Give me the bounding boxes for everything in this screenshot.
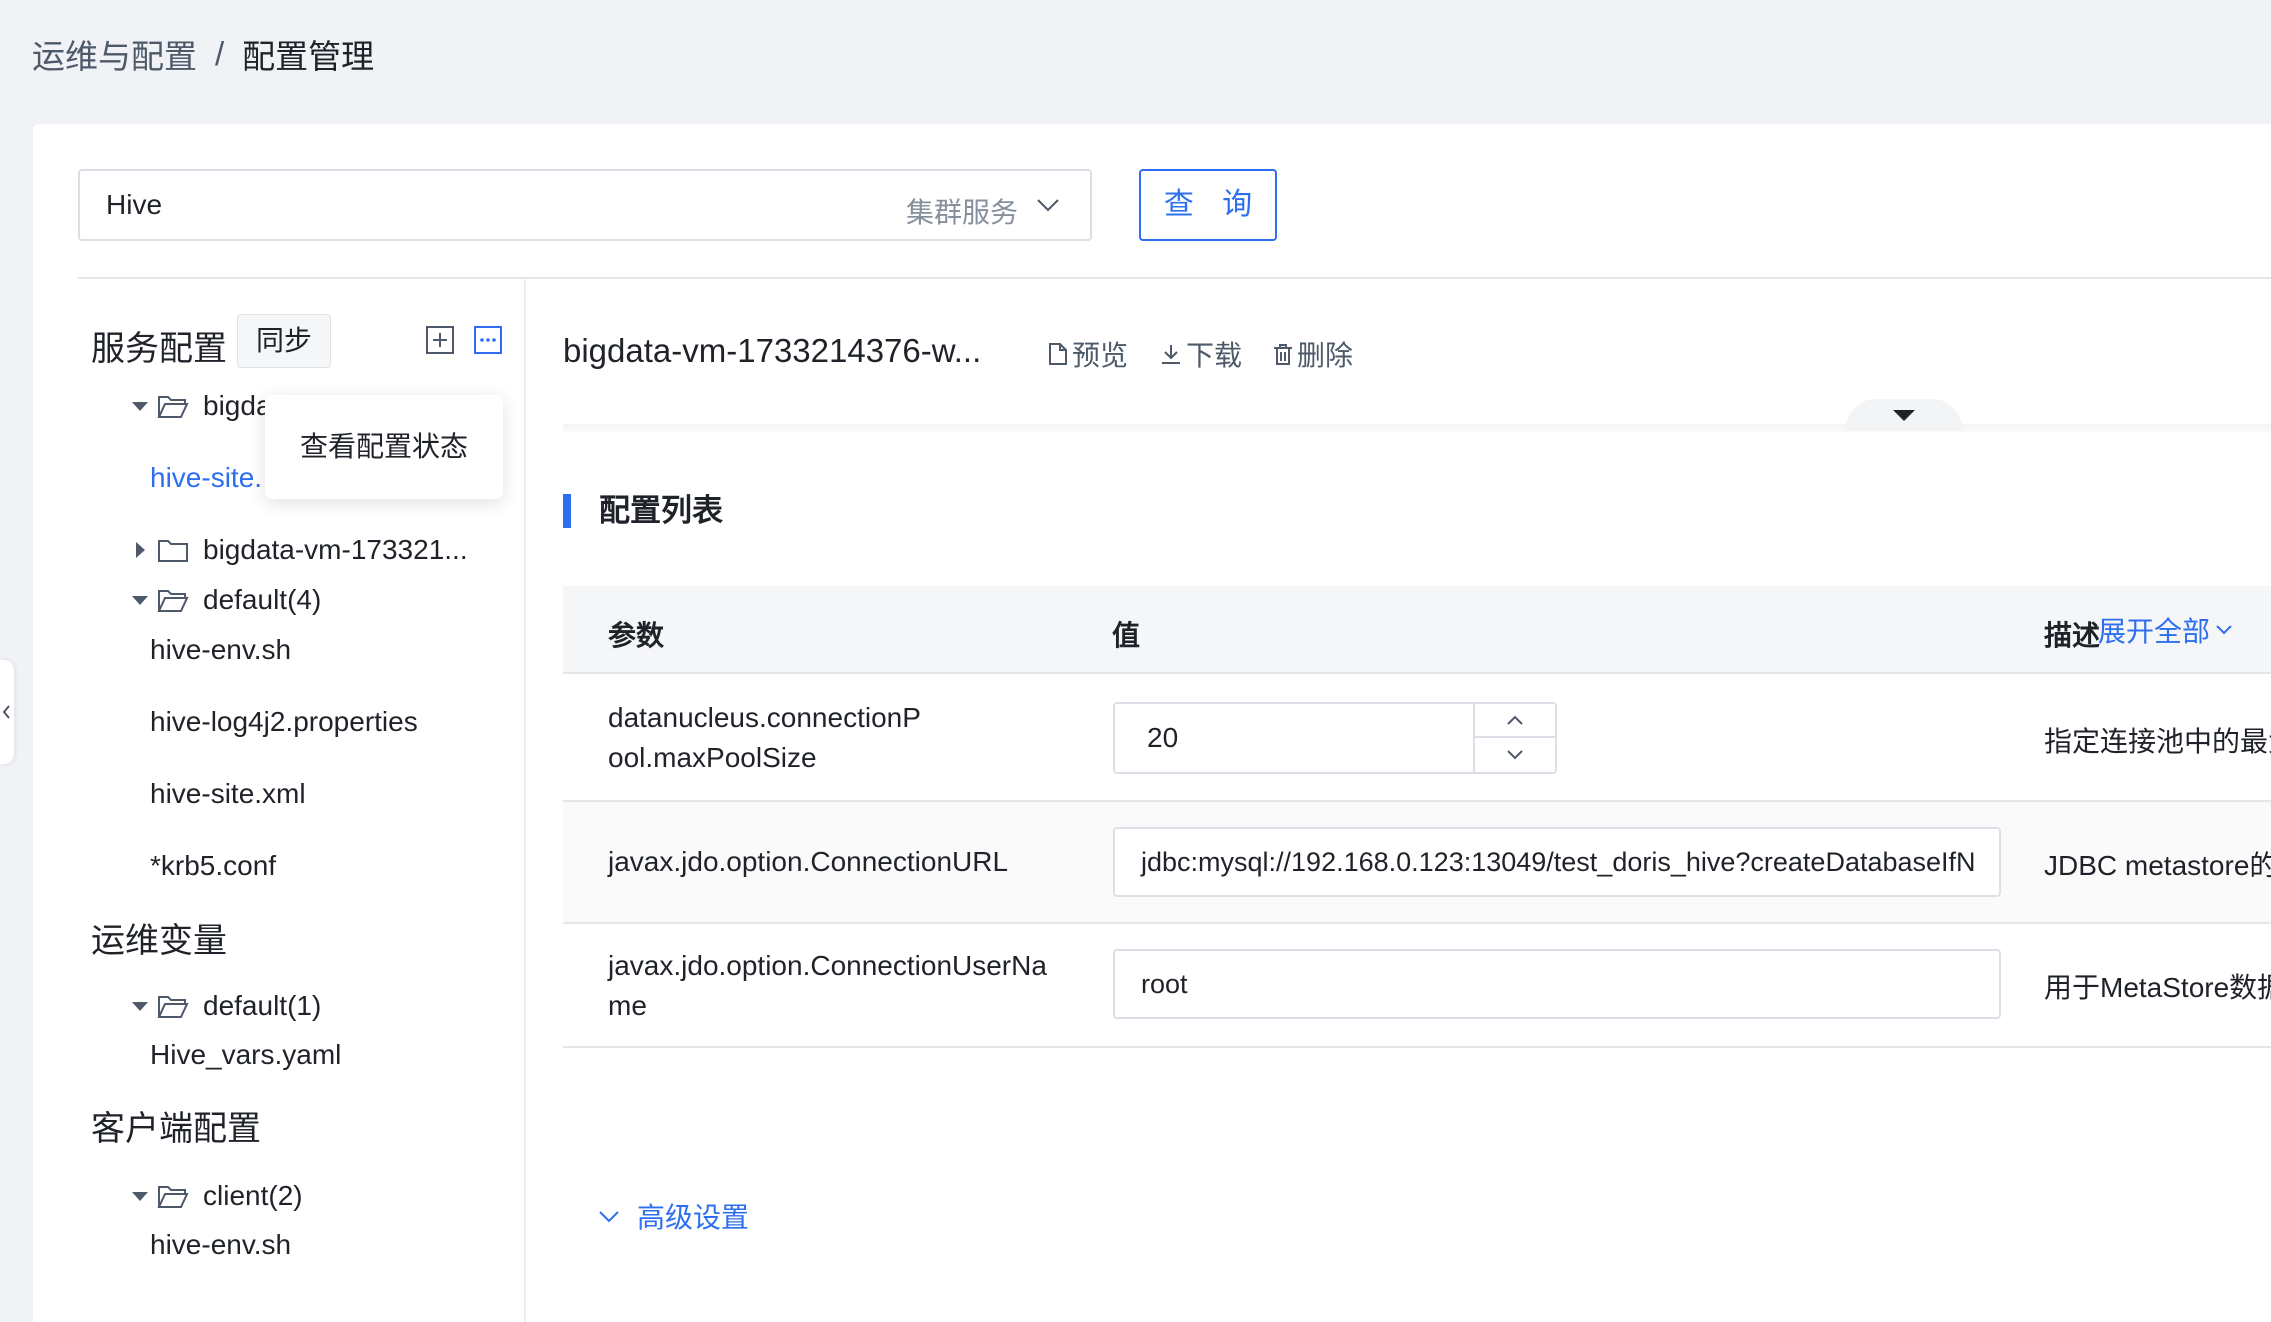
folder-icon <box>157 537 197 563</box>
breadcrumb: 运维与配置 / 配置管理 <box>32 30 374 78</box>
column-desc: 描述 <box>2044 620 2101 651</box>
sidebar-collapse-handle[interactable] <box>0 660 14 764</box>
table-header: 参数 值 描述 <box>563 586 2271 674</box>
chevron-left-icon <box>2 705 10 719</box>
more-icon[interactable] <box>473 325 503 355</box>
param-desc: 指定连接池中的最大连 <box>2044 726 2271 757</box>
download-label: 下载 <box>1186 340 1243 371</box>
collapse-toggle[interactable] <box>1846 399 1962 431</box>
chevron-down-icon <box>1037 199 1059 212</box>
param-desc: JDBC metastore的JD <box>2044 850 2271 881</box>
tree-folder-bigdata-vm[interactable]: bigdata-vm-173321... <box>123 525 468 575</box>
expand-all-label: 展开全部 <box>2098 616 2211 647</box>
param-name: datanucleus.connectionPool.maxPoolSize <box>608 702 921 773</box>
folder-open-icon <box>157 587 197 613</box>
stepper-up[interactable] <box>1475 704 1555 738</box>
stepper-down[interactable] <box>1475 738 1555 772</box>
service-select-value: Hive <box>106 189 163 220</box>
service-select[interactable]: Hive 集群服务 <box>78 169 1092 241</box>
view-config-status-item[interactable]: 查看配置状态 <box>300 431 468 462</box>
table-row: javax.jdo.option.ConnectionUserName root… <box>563 924 2271 1048</box>
tree-label: bigdata-vm-173321... <box>203 534 468 565</box>
tree-file-hive-vars[interactable]: Hive_vars.yaml <box>150 1039 341 1071</box>
chevron-down-icon <box>599 1211 619 1223</box>
param-name: javax.jdo.option.ConnectionURL <box>608 846 1009 877</box>
expand-all-button[interactable]: 展开全部 <box>2098 610 2234 650</box>
param-desc: 用于MetaStore数据库 <box>2044 972 2271 1003</box>
tree-file-hive-site-xml[interactable]: hive-site.xml <box>150 778 306 810</box>
advanced-settings-label: 高级设置 <box>637 1202 750 1233</box>
param-name: javax.jdo.option.ConnectionUserName <box>608 950 1047 1021</box>
tree-folder-default[interactable]: default(4) <box>123 575 321 625</box>
sync-button[interactable]: 同步 <box>237 314 331 368</box>
config-status-popover: 查看配置状态 <box>265 395 503 499</box>
column-param: 参数 <box>608 620 665 651</box>
chevron-up-icon <box>1507 715 1523 725</box>
caret-down-icon <box>123 1190 157 1202</box>
download-icon <box>1162 345 1180 364</box>
breadcrumb-parent[interactable]: 运维与配置 <box>32 30 197 78</box>
table-row: javax.jdo.option.ConnectionURL jdbc:mysq… <box>563 802 2271 924</box>
preview-label: 预览 <box>1072 340 1129 371</box>
chevron-down-icon <box>1507 750 1523 760</box>
folder-open-icon <box>157 1183 197 1209</box>
stepper-value: 20 <box>1147 722 1179 753</box>
tree-label: client(2) <box>203 1180 303 1211</box>
file-icon <box>1049 343 1067 365</box>
column-value: 值 <box>1112 620 1141 651</box>
caret-down-icon <box>123 400 157 412</box>
delete-label: 删除 <box>1297 340 1354 371</box>
service-config-title: 服务配置 <box>91 330 227 368</box>
tree-folder-ops-default[interactable]: default(1) <box>123 981 321 1031</box>
tree-file-hive-log4j2[interactable]: hive-log4j2.properties <box>150 706 418 738</box>
query-button[interactable]: 查 询 <box>1139 169 1277 241</box>
add-icon[interactable] <box>425 325 455 355</box>
caret-down-icon <box>1893 410 1915 421</box>
breadcrumb-current: 配置管理 <box>242 38 375 75</box>
tree-label: default(1) <box>203 990 322 1021</box>
client-config-title: 客户端配置 <box>91 1110 261 1148</box>
tree-folder-client[interactable]: client(2) <box>123 1171 303 1221</box>
delete-button[interactable]: 删除 <box>1273 334 1353 374</box>
connection-url-input[interactable]: jdbc:mysql://192.168.0.123:13049/test_do… <box>1113 827 2001 897</box>
collapse-bar <box>563 424 2271 432</box>
trash-icon <box>1274 344 1292 365</box>
stepper-buttons <box>1473 704 1555 772</box>
tree-label: default(4) <box>203 584 322 615</box>
main-card: Hive 集群服务 查 询 服务配置 同步 bigdata hive-site. <box>33 124 2271 1322</box>
ops-vars-title: 运维变量 <box>91 922 227 960</box>
folder-open-icon <box>157 393 197 419</box>
folder-open-icon <box>157 993 197 1019</box>
preview-button[interactable]: 预览 <box>1048 334 1128 374</box>
tree-file-hive-env[interactable]: hive-env.sh <box>150 634 291 666</box>
config-list-title: 配置列表 <box>563 494 723 528</box>
tree-file-client-hive-env[interactable]: hive-env.sh <box>150 1229 291 1261</box>
caret-down-icon <box>123 1000 157 1012</box>
advanced-settings-toggle[interactable]: 高级设置 <box>597 1196 749 1236</box>
caret-right-icon <box>123 542 157 558</box>
connection-username-input[interactable]: root <box>1113 949 2001 1019</box>
max-pool-size-stepper[interactable]: 20 <box>1113 702 1557 774</box>
download-button[interactable]: 下载 <box>1160 334 1242 374</box>
file-title: bigdata-vm-1733214376-w... <box>563 332 982 369</box>
service-select-hint: 集群服务 <box>905 197 1018 228</box>
table-row: datanucleus.connectionPool.maxPoolSize 2… <box>563 674 2271 802</box>
breadcrumb-separator: / <box>215 35 225 72</box>
tree-file-hive-site[interactable]: hive-site. <box>150 462 262 494</box>
tree-file-krb5[interactable]: *krb5.conf <box>150 850 276 882</box>
chevron-down-icon <box>2216 625 2232 635</box>
caret-down-icon <box>123 594 157 606</box>
